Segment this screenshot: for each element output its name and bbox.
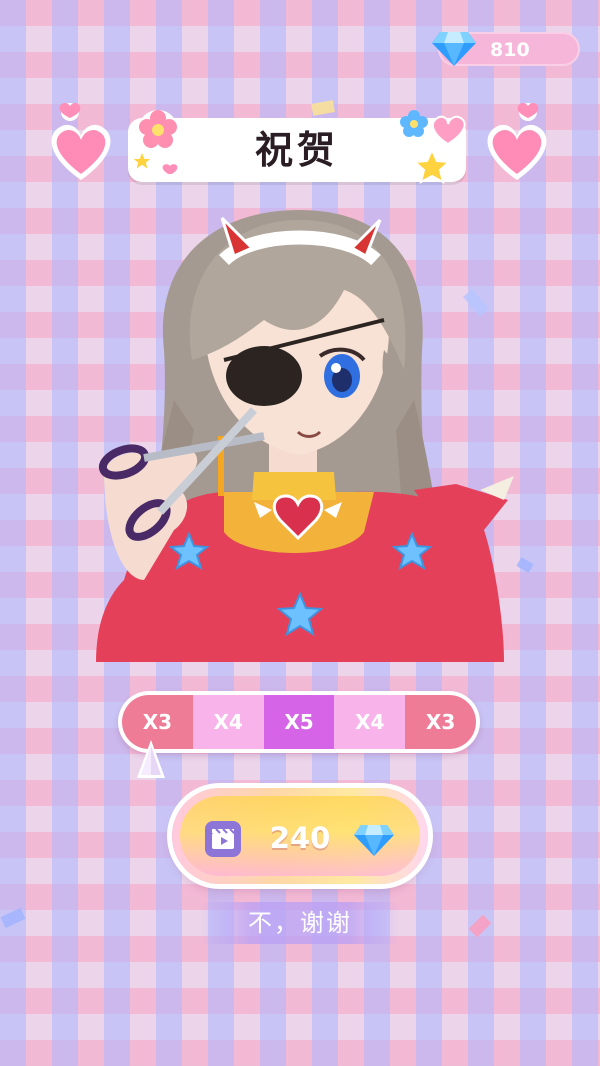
confetti-piece xyxy=(516,557,534,573)
pink-heart-icon xyxy=(51,103,111,180)
pink-heart-icon xyxy=(487,103,547,180)
diamond-gem-icon xyxy=(354,825,394,856)
multiplier-segment: X5 xyxy=(263,695,335,749)
character-portrait xyxy=(96,210,514,662)
decline-button[interactable]: 不，谢谢 xyxy=(200,902,400,944)
multiplier-segments: X3 X4 X5 X4 X3 xyxy=(122,695,476,749)
page-title: 祝贺 xyxy=(254,128,339,172)
multiplier-segment: X4 xyxy=(192,695,264,749)
multiplier-segment: X4 xyxy=(334,695,406,749)
diamond-gem-icon xyxy=(432,32,476,66)
currency-amount: 810 xyxy=(490,39,530,61)
multiplier-segment: X3 xyxy=(405,695,476,749)
confetti-piece xyxy=(311,100,335,116)
multiplier-pointer-icon xyxy=(137,740,165,778)
confetti-piece xyxy=(0,907,26,929)
video-clapper-icon xyxy=(205,821,241,857)
confetti-piece xyxy=(468,914,492,938)
reward-amount: 240 xyxy=(269,821,331,855)
